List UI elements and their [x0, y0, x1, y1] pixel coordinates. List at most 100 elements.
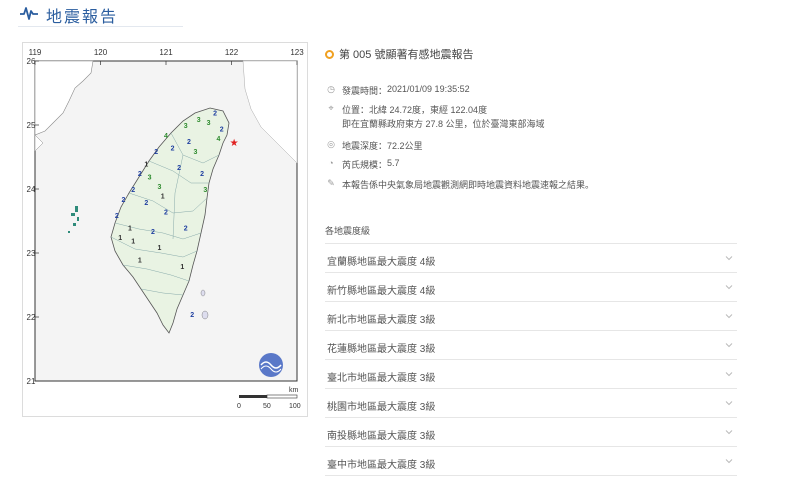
intensity-section-title: 各地震度級 — [325, 226, 371, 236]
scale-bar: km 0 50 100 — [237, 387, 301, 410]
depth-row: ◎ 地震深度： 72.2公里 — [325, 139, 422, 152]
longitude-tick-label: 119 — [29, 48, 42, 57]
intensity-mark: 3 — [197, 117, 201, 124]
longitude-tick-label: 120 — [94, 48, 108, 57]
intensity-mark: 1 — [128, 226, 132, 233]
latitude-tick-label: 25 — [27, 121, 36, 130]
intensity-mark: 3 — [203, 187, 207, 194]
intensity-mark: 2 — [115, 213, 119, 220]
magnitude-row: ◔ 芮氏規模： 5.7 — [325, 158, 400, 171]
intensity-mark: 2 — [220, 126, 224, 133]
intensity-item-taichung[interactable]: 臺中市地區最大震度 3級 — [325, 447, 737, 476]
intensity-item-nantou[interactable]: 南投縣地區最大震度 3級 — [325, 418, 737, 447]
intensity-item-taoyuan[interactable]: 桃園市地區最大震度 3級 — [325, 389, 737, 418]
intensity-mark: 2 — [154, 149, 158, 156]
intensity-mark: 2 — [138, 171, 142, 178]
intensity-mark: 2 — [121, 197, 125, 204]
pencil-icon: ✎ — [327, 178, 335, 188]
depth-label: 地震深度： — [342, 141, 388, 151]
intensity-mark: 1 — [138, 258, 142, 265]
intensity-list: 宜蘭縣地區最大震度 4級 新竹縣地區最大震度 4級 新北市地區最大震度 3級 花… — [325, 244, 737, 476]
intensity-mark: 4 — [216, 136, 220, 143]
intensity-mark: 2 — [187, 139, 191, 146]
intensity-item-hualien[interactable]: 花蓮縣地區最大震度 3級 — [325, 331, 737, 360]
intensity-mark: 2 — [131, 187, 135, 194]
note-row: ✎ 本報告係中央氣象局地震觀測網即時地震資料地震速報之結果。 — [325, 178, 594, 191]
gauge-icon: ◔ — [328, 158, 334, 168]
intensity-item-hsinchu[interactable]: 新竹縣地區最大震度 4級 — [325, 273, 737, 302]
latitude-tick-label: 26 — [27, 57, 36, 66]
header-divider — [18, 26, 183, 27]
report-bullet-icon — [325, 49, 334, 59]
longitude-tick-label: 123 — [290, 48, 304, 57]
intensity-item-taipei[interactable]: 臺北市地區最大震度 3級 — [325, 360, 737, 389]
intensity-mark: 1 — [161, 194, 165, 201]
intensity-map[interactable]: 443333333222222222222222211111111 ★ 119 1… — [22, 42, 308, 417]
intensity-mark: 3 — [194, 149, 198, 156]
epicenter-star-icon: ★ — [230, 138, 239, 149]
intensity-mark: 3 — [157, 184, 161, 191]
intensity-item-label: 新北市地區最大震度 3級 — [327, 315, 436, 326]
scale-tick-0: 0 — [237, 403, 241, 410]
intensity-mark: 1 — [118, 235, 122, 242]
origin-time-value: 2021/01/09 19:35:52 — [387, 84, 470, 94]
origin-time-label: 發震時間： — [342, 86, 388, 96]
intensity-mark: 2 — [177, 165, 181, 172]
intensity-mark: 2 — [164, 210, 168, 217]
chevron-down-icon — [725, 372, 733, 377]
intensity-item-label: 臺北市地區最大震度 3級 — [327, 373, 436, 384]
report-title-text: 第 005 號顯著有感地震報告 — [339, 49, 474, 61]
intensity-mark: 1 — [131, 238, 135, 245]
intensity-item-label: 宜蘭縣地區最大震度 4級 — [327, 257, 436, 268]
chevron-down-icon — [725, 314, 733, 319]
intensity-item-yilan[interactable]: 宜蘭縣地區最大震度 4級 — [325, 244, 737, 273]
page-title: 地震報告 — [46, 9, 119, 26]
location-label: 位置： — [342, 105, 370, 115]
intensity-mark: 2 — [200, 171, 204, 178]
longitude-tick-label: 121 — [159, 48, 173, 57]
scale-tick-100: 100 — [289, 403, 301, 410]
longitude-tick-label: 122 — [225, 48, 239, 57]
chevron-down-icon — [725, 256, 733, 261]
orchid-island — [201, 310, 209, 320]
intensity-mark: 4 — [164, 133, 168, 140]
latitude-tick-label: 24 — [27, 185, 36, 194]
scale-segment-light — [266, 394, 298, 399]
location-pin-icon: ⌖ — [328, 103, 334, 113]
intensity-mark: 2 — [171, 146, 175, 153]
report-note: 本報告係中央氣象局地震觀測網即時地震資料地震速報之結果。 — [342, 180, 595, 190]
scale-tick-50: 50 — [263, 403, 271, 410]
location-row: ⌖ 位置： 北緯 24.72度，東經 122.04度 — [325, 103, 487, 116]
chevron-down-icon — [725, 343, 733, 348]
clock-icon: ◷ — [327, 84, 335, 94]
intensity-item-label: 新竹縣地區最大震度 4級 — [327, 286, 436, 297]
seismograph-icon — [20, 7, 38, 20]
green-island — [200, 289, 206, 297]
intensity-item-label: 花蓮縣地區最大震度 3級 — [327, 344, 436, 355]
intensity-item-new-taipei[interactable]: 新北市地區最大震度 3級 — [325, 302, 737, 331]
magnitude-value: 5.7 — [387, 158, 400, 168]
location-detail: 即在宜蘭縣政府東方 27.8 公里，位於臺灣東部海域 — [342, 119, 545, 129]
intensity-mark: 2 — [213, 110, 217, 117]
origin-time-row: ◷ 發震時間： 2021/01/09 19:35:52 — [325, 84, 470, 97]
intensity-mark: 1 — [144, 162, 148, 169]
chevron-down-icon — [725, 459, 733, 464]
scale-segment-dark — [239, 395, 267, 398]
chevron-down-icon — [725, 285, 733, 290]
chevron-down-icon — [725, 430, 733, 435]
latitude-tick-label: 21 — [27, 377, 36, 386]
depth-icon: ◎ — [327, 139, 335, 149]
latitude-tick-label: 22 — [27, 313, 36, 322]
intensity-item-label: 臺中市地區最大震度 3級 — [327, 460, 436, 471]
latitude-tick-label: 23 — [27, 249, 36, 258]
magnitude-label: 芮氏規模： — [342, 160, 388, 170]
cwb-logo — [259, 353, 283, 377]
report-title: 第 005 號顯著有感地震報告 — [325, 46, 473, 62]
intensity-mark: 3 — [184, 123, 188, 130]
scale-unit: km — [289, 387, 299, 394]
chevron-down-icon — [725, 401, 733, 406]
intensity-mark: 3 — [148, 174, 152, 181]
intensity-mark: 3 — [207, 120, 211, 127]
intensity-mark: 1 — [180, 264, 184, 271]
intensity-mark: 2 — [184, 226, 188, 233]
